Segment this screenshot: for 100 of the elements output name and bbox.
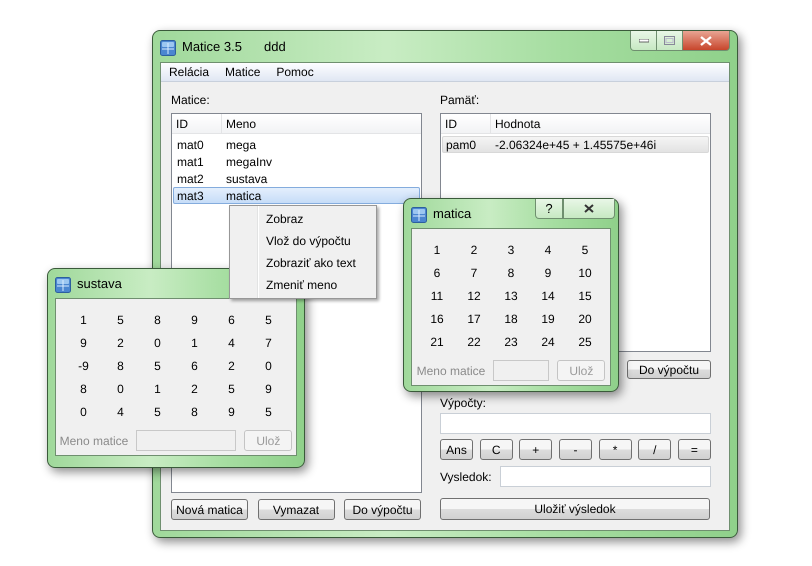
matrix-value: 2 — [190, 381, 199, 398]
matrix-value: 5 — [153, 404, 162, 421]
name-label: Meno matice — [60, 432, 128, 450]
matrix-value: 0 — [153, 335, 162, 352]
matrix-value: 7 — [470, 265, 478, 282]
matrix-value: 9 — [227, 404, 236, 421]
section-label: Výpočty: — [440, 395, 488, 411]
matrix-value: 10 — [577, 265, 593, 282]
action-button[interactable]: Do výpočtu — [344, 499, 421, 520]
matrix-value: 8 — [506, 265, 516, 282]
matrix-value: 1 — [432, 242, 442, 259]
matrix-value: 20 — [577, 311, 593, 328]
matrix-value: 13 — [503, 288, 519, 305]
dialog-title: matica — [433, 204, 472, 223]
matrix-value: 2 — [227, 358, 236, 375]
matrix-value: -9 — [77, 358, 90, 375]
matrix-value: 18 — [503, 311, 519, 328]
matrix-value: 8 — [79, 381, 88, 398]
table-cell-text: -2.06324e+45 + 1.45575e+46i — [494, 136, 656, 154]
name-label: Meno matice — [416, 362, 486, 380]
matrix-value: 17 — [466, 311, 482, 328]
section-label: Pamäť: — [440, 92, 480, 108]
table-row[interactable]: mat3 matica — [173, 187, 420, 204]
matrix-value: 5 — [153, 358, 162, 375]
matrix-value: 0 — [264, 358, 273, 375]
app-icon — [411, 206, 427, 222]
table-cell-text: mat2 — [176, 170, 205, 188]
table-row[interactable]: mat1 megaInv — [173, 153, 420, 170]
matrix-value: 6 — [432, 265, 442, 282]
matrix-value: 25 — [577, 334, 593, 351]
matrix-value: 4 — [544, 242, 552, 259]
table-cell-text: matica — [225, 188, 262, 204]
table-row[interactable]: mat0 mega — [173, 136, 420, 153]
matrix-value: 4 — [227, 335, 236, 352]
matrix-value: 22 — [466, 334, 482, 351]
column-header[interactable]: ID — [172, 114, 222, 134]
table-cell-text: megaInv — [225, 154, 272, 170]
matrix-value: 11 — [430, 288, 444, 305]
matrix-value: 0 — [79, 404, 88, 421]
column-header[interactable]: Hodnota — [491, 114, 710, 134]
matrix-value: 9 — [190, 312, 199, 329]
matrix-value: 3 — [506, 242, 516, 259]
action-button[interactable]: Nová matica — [171, 499, 248, 520]
matrix-value: 12 — [466, 288, 482, 305]
menu-item[interactable]: Zobraziť ako text — [232, 252, 374, 274]
calculator-key[interactable]: + — [519, 439, 552, 460]
calculator-key[interactable]: * — [598, 439, 632, 460]
calculator-key[interactable]: C — [480, 439, 513, 460]
menu-item[interactable]: Pomoc — [276, 63, 314, 81]
result-field[interactable] — [500, 466, 711, 487]
matrix-value: 2 — [116, 335, 125, 352]
action-button[interactable]: Vymazat — [258, 499, 334, 520]
matrix-value: 1 — [190, 335, 199, 352]
matrix-value: 5 — [116, 312, 125, 329]
table-row[interactable]: mat2 sustava — [173, 170, 420, 187]
menu-item[interactable]: Matice — [225, 63, 260, 81]
table-cell-text: mega — [225, 136, 256, 154]
table-cell-text: pam0 — [445, 136, 478, 154]
table-cell-text: sustava — [225, 170, 268, 188]
matrix-value: 24 — [540, 334, 556, 351]
matrix-value: 2 — [470, 242, 478, 259]
calculator-key[interactable]: / — [638, 439, 672, 460]
menu-item[interactable]: Vlož do výpočtu — [232, 230, 374, 252]
menu-item[interactable]: Relácia — [169, 63, 210, 81]
calculator-key[interactable]: - — [558, 439, 592, 460]
matrix-value: 8 — [190, 404, 199, 421]
calculation-field[interactable] — [440, 413, 711, 434]
action-button[interactable]: Do výpočtu — [627, 360, 711, 379]
menu-item[interactable]: Zmeniť meno — [232, 274, 374, 296]
calculator-key[interactable]: Ans — [440, 439, 473, 460]
matrix-value: 23 — [503, 334, 519, 351]
matrix-value: 6 — [227, 312, 236, 329]
maximize-button[interactable] — [657, 31, 683, 51]
matrix-value: 14 — [540, 288, 556, 305]
calculator-key[interactable]: = — [678, 439, 711, 460]
maximize-icon — [664, 36, 675, 45]
result-label: Vysledok: — [440, 468, 492, 484]
matrix-value: 8 — [116, 358, 125, 375]
menu-item[interactable]: Zobraz — [232, 208, 374, 230]
close-button[interactable] — [683, 31, 730, 51]
matrix-value: 5 — [580, 242, 590, 259]
minimize-button[interactable] — [630, 31, 657, 51]
table-cell-text: mat1 — [176, 154, 205, 170]
matrix-value: 5 — [227, 381, 236, 398]
matrix-value: 1 — [79, 312, 88, 329]
matrix-value: 9 — [264, 381, 273, 398]
close-icon — [584, 204, 594, 213]
table-row[interactable]: pam0 -2.06324e+45 + 1.45575e+46i — [442, 136, 709, 153]
matrix-value: 21 — [429, 334, 445, 351]
window-title: Matice 3.5 — [182, 38, 242, 56]
matrix-value: 5 — [264, 312, 273, 329]
save-result-button[interactable]: Uložiť výsledok — [440, 498, 710, 520]
matrix-value: 0 — [116, 381, 125, 398]
matrix-value: 1 — [153, 381, 162, 398]
matrix-value: 9 — [79, 335, 88, 352]
column-header[interactable]: ID — [441, 114, 491, 134]
column-header[interactable]: Meno — [222, 114, 421, 134]
minimize-icon — [638, 38, 648, 42]
dialog-title: sustava — [77, 274, 122, 293]
matrix-value: 15 — [577, 288, 593, 305]
